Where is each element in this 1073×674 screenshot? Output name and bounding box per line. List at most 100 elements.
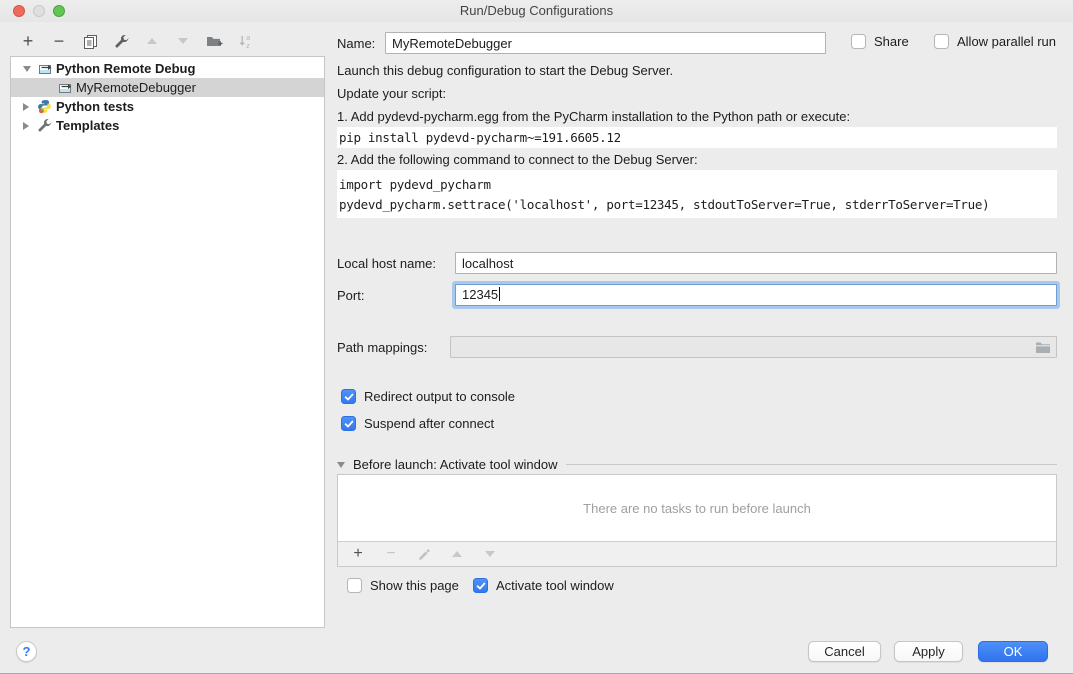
allow-parallel-run-option: Allow parallel run xyxy=(934,34,1056,49)
tree-item-python-tests[interactable]: Python tests xyxy=(11,97,324,116)
port-value: 12345 xyxy=(462,287,498,302)
activate-tool-window-option: Activate tool window xyxy=(473,578,614,593)
pip-command-block: pip install pydevd-pycharm~=191.6605.12 xyxy=(337,127,1057,148)
move-up-button[interactable] xyxy=(143,32,161,50)
move-task-up-button[interactable] xyxy=(448,545,466,563)
create-new-folder-button[interactable] xyxy=(205,32,223,50)
before-launch-section-header[interactable]: Before launch: Activate tool window xyxy=(337,457,1057,472)
run-config-icon xyxy=(57,81,76,95)
share-label: Share xyxy=(874,34,909,49)
update-script-text: Update your script: xyxy=(337,86,446,101)
step1-text: 1. Add pydevd-pycharm.egg from the PyCha… xyxy=(337,109,850,124)
path-mappings-label: Path mappings: xyxy=(337,340,427,355)
remove-task-button[interactable]: − xyxy=(382,545,400,563)
cancel-button[interactable]: Cancel xyxy=(808,641,881,662)
text-caret xyxy=(499,287,500,301)
pip-command-text: pip install pydevd-pycharm~=191.6605.12 xyxy=(337,127,1057,145)
add-icon: + xyxy=(23,33,34,49)
section-divider xyxy=(566,464,1057,465)
activate-tool-window-checkbox[interactable] xyxy=(473,578,488,593)
remove-icon: − xyxy=(386,546,395,562)
share-option: Share xyxy=(851,34,909,49)
show-this-page-option: Show this page xyxy=(347,578,459,593)
move-down-button[interactable] xyxy=(174,32,192,50)
code-line-2: pydevd_pycharm.settrace('localhost', por… xyxy=(337,195,1057,215)
new-folder-icon xyxy=(206,34,223,49)
redirect-output-label: Redirect output to console xyxy=(364,389,515,404)
remove-icon: − xyxy=(54,33,65,49)
run-debug-configurations-dialog: Run/Debug Configurations + − xyxy=(0,0,1073,674)
wrench-icon xyxy=(37,118,56,133)
chevron-right-icon[interactable] xyxy=(23,122,37,130)
allow-parallel-run-label: Allow parallel run xyxy=(957,34,1056,49)
move-up-icon xyxy=(452,551,462,557)
step2-text: 2. Add the following command to connect … xyxy=(337,152,698,167)
minimize-window-button[interactable] xyxy=(33,5,45,17)
help-button[interactable]: ? xyxy=(16,641,37,662)
name-input[interactable] xyxy=(385,32,826,54)
zoom-window-button[interactable] xyxy=(53,5,65,17)
move-down-icon xyxy=(178,38,188,44)
edit-task-button[interactable] xyxy=(415,545,433,563)
configurations-tree: Python Remote Debug MyRemoteDebugger xyxy=(10,56,325,628)
help-icon: ? xyxy=(23,644,31,659)
port-label: Port: xyxy=(337,288,364,303)
port-input[interactable]: 12345 xyxy=(455,284,1057,306)
suspend-after-connect-option: Suspend after connect xyxy=(341,416,494,431)
suspend-after-connect-label: Suspend after connect xyxy=(364,416,494,431)
close-window-button[interactable] xyxy=(13,5,25,17)
suspend-after-connect-checkbox[interactable] xyxy=(341,416,356,431)
add-configuration-button[interactable]: + xyxy=(19,32,37,50)
before-launch-title: Before launch: Activate tool window xyxy=(353,457,558,472)
folder-icon xyxy=(1035,341,1051,354)
apply-button[interactable]: Apply xyxy=(894,641,963,662)
show-this-page-checkbox[interactable] xyxy=(347,578,362,593)
ok-button[interactable]: OK xyxy=(978,641,1048,662)
tree-item-python-remote-debug[interactable]: Python Remote Debug xyxy=(11,59,324,78)
add-icon: + xyxy=(353,546,362,562)
move-up-icon xyxy=(147,38,157,44)
local-host-name-input[interactable] xyxy=(455,252,1057,274)
tree-item-label: Python tests xyxy=(56,99,134,114)
local-host-name-label: Local host name: xyxy=(337,256,436,271)
edit-defaults-button[interactable] xyxy=(112,32,130,50)
redirect-output-option: Redirect output to console xyxy=(341,389,515,404)
empty-task-list-message: There are no tasks to run before launch xyxy=(338,475,1056,541)
intro-text: Launch this debug configuration to start… xyxy=(337,63,673,78)
sort-configurations-icon: a z xyxy=(238,33,253,49)
task-toolbar: + − xyxy=(338,541,1056,566)
run-config-icon xyxy=(37,62,56,76)
configurations-toolbar: + − a z xyxy=(19,31,254,51)
chevron-right-icon[interactable] xyxy=(23,103,37,111)
code-line-1: import pydevd_pycharm xyxy=(337,170,1057,195)
redirect-output-checkbox[interactable] xyxy=(341,389,356,404)
tree-item-templates[interactable]: Templates xyxy=(11,116,324,135)
copy-configuration-button[interactable] xyxy=(81,32,99,50)
edit-pencil-icon xyxy=(418,548,431,561)
add-task-button[interactable]: + xyxy=(349,545,367,563)
path-mappings-field[interactable] xyxy=(450,336,1057,358)
copy-icon xyxy=(83,34,98,49)
remove-configuration-button[interactable]: − xyxy=(50,32,68,50)
move-down-icon xyxy=(485,551,495,557)
tree-item-myremotedebugger[interactable]: MyRemoteDebugger xyxy=(11,78,324,97)
move-task-down-button[interactable] xyxy=(481,545,499,563)
share-checkbox[interactable] xyxy=(851,34,866,49)
python-icon xyxy=(37,99,56,114)
svg-text:z: z xyxy=(246,43,250,49)
svg-text:a: a xyxy=(246,35,250,42)
tree-item-label: Templates xyxy=(56,118,119,133)
name-label: Name: xyxy=(337,36,375,51)
browse-path-mappings-button[interactable] xyxy=(1034,340,1051,354)
chevron-down-icon[interactable] xyxy=(23,66,37,72)
sort-configurations-button[interactable]: a z xyxy=(236,32,254,50)
tree-item-label: MyRemoteDebugger xyxy=(76,80,196,95)
collapse-triangle-icon[interactable] xyxy=(337,462,345,468)
edit-defaults-wrench-icon xyxy=(114,34,129,49)
configuration-editor: Name: Share Allow parallel run Launch th… xyxy=(337,0,1057,640)
code-snippet-block: import pydevd_pycharm pydevd_pycharm.set… xyxy=(337,170,1057,218)
before-launch-task-panel: There are no tasks to run before launch … xyxy=(337,474,1057,567)
show-this-page-label: Show this page xyxy=(370,578,459,593)
allow-parallel-run-checkbox[interactable] xyxy=(934,34,949,49)
activate-tool-window-label: Activate tool window xyxy=(496,578,614,593)
